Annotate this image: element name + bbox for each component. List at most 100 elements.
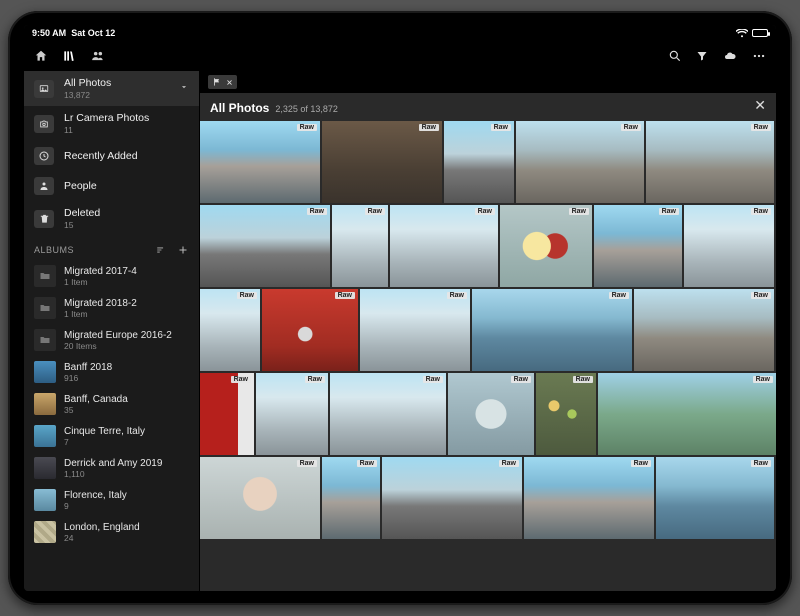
raw-badge: Raw <box>297 460 317 467</box>
more-icon[interactable] <box>752 49 766 63</box>
album-count: 1 Item <box>64 309 189 319</box>
library-item-recently-added[interactable]: Recently Added <box>24 141 199 171</box>
photo-thumbnail[interactable]: Raw <box>200 457 320 539</box>
album-count: 7 <box>64 437 189 447</box>
photo-thumbnail[interactable]: Raw <box>536 373 596 455</box>
folder-icon <box>34 265 56 287</box>
photo-thumbnail[interactable]: Raw <box>448 373 534 455</box>
raw-badge: Raw <box>335 292 355 299</box>
photo-thumbnail[interactable]: Raw <box>200 205 330 287</box>
raw-badge: Raw <box>231 376 251 383</box>
raw-badge: Raw <box>609 292 629 299</box>
photo-thumbnail[interactable]: Raw <box>516 121 644 203</box>
album-item[interactable]: Banff, Canada35 <box>24 388 199 420</box>
raw-badge: Raw <box>447 292 467 299</box>
folder-icon <box>34 297 56 319</box>
person-icon <box>34 177 54 195</box>
photo-thumbnail[interactable]: Raw <box>360 289 470 371</box>
photo-thumbnail[interactable]: Raw <box>382 457 522 539</box>
main-panel: ✕ All Photos 2,325 of 13,872 RawRawRawRa… <box>200 71 776 591</box>
raw-badge: Raw <box>237 292 257 299</box>
raw-badge: Raw <box>475 208 495 215</box>
people-nav-icon[interactable] <box>90 49 106 63</box>
album-count: 1,110 <box>64 469 189 479</box>
raw-badge: Raw <box>573 376 593 383</box>
photo-thumbnail[interactable]: Raw <box>594 205 682 287</box>
wifi-icon <box>736 29 748 38</box>
library-item-deleted[interactable]: Deleted15 <box>24 201 199 236</box>
albums-header: ALBUMS <box>34 245 74 255</box>
library-item-name: Recently Added <box>64 150 189 162</box>
photo-thumbnail[interactable]: Raw <box>200 121 320 203</box>
album-name: Banff, Canada <box>64 394 189 405</box>
grid-subtitle: 2,325 of 13,872 <box>275 104 338 114</box>
filter-chip-flag[interactable] <box>208 75 237 89</box>
album-item[interactable]: London, England24 <box>24 516 199 548</box>
album-name: Derrick and Amy 2019 <box>64 458 189 469</box>
photo-thumbnail[interactable]: Raw <box>646 121 774 203</box>
status-time: 9:50 AM <box>32 28 66 38</box>
raw-badge: Raw <box>511 376 531 383</box>
library-item-lr-camera-photos[interactable]: Lr Camera Photos11 <box>24 106 199 141</box>
library-item-count: 15 <box>64 220 189 230</box>
photo-thumbnail[interactable]: Raw <box>330 373 446 455</box>
photo-thumbnail[interactable]: Raw <box>322 121 442 203</box>
album-count: 9 <box>64 501 189 511</box>
clock-icon <box>34 147 54 165</box>
album-item[interactable]: Migrated Europe 2016-220 Items <box>24 324 199 356</box>
library-icon[interactable] <box>62 49 76 63</box>
raw-badge: Raw <box>621 124 641 131</box>
cloud-icon[interactable] <box>722 50 738 62</box>
album-count: 24 <box>64 533 189 543</box>
photo-thumbnail[interactable]: Raw <box>262 289 358 371</box>
library-item-name: Lr Camera Photos <box>64 112 189 124</box>
album-count: 1 Item <box>64 277 189 287</box>
photo-thumbnail[interactable]: Raw <box>200 289 260 371</box>
photo-thumbnail[interactable]: Raw <box>634 289 774 371</box>
library-item-name: Deleted <box>64 207 189 219</box>
raw-badge: Raw <box>365 208 385 215</box>
photo-thumbnail[interactable]: Raw <box>656 457 774 539</box>
filter-icon[interactable] <box>696 49 708 63</box>
image-icon <box>34 80 54 98</box>
raw-badge: Raw <box>569 208 589 215</box>
album-name: London, England <box>64 522 189 533</box>
album-count: 20 Items <box>64 341 189 351</box>
photo-thumbnail[interactable]: Raw <box>322 457 380 539</box>
photo-thumbnail[interactable]: Raw <box>444 121 514 203</box>
sort-icon[interactable] <box>155 244 167 256</box>
album-item[interactable]: Florence, Italy9 <box>24 484 199 516</box>
photo-thumbnail[interactable]: Raw <box>524 457 654 539</box>
raw-badge: Raw <box>499 460 519 467</box>
library-item-all-photos[interactable]: All Photos13,872 <box>24 71 199 106</box>
photo-thumbnail[interactable]: Raw <box>390 205 498 287</box>
album-item[interactable]: Migrated 2017-41 Item <box>24 260 199 292</box>
album-item[interactable]: Cinque Terre, Italy7 <box>24 420 199 452</box>
home-icon[interactable] <box>34 49 48 63</box>
photo-thumbnail[interactable]: Raw <box>256 373 328 455</box>
raw-badge: Raw <box>297 124 317 131</box>
status-time-date: 9:50 AM Sat Oct 12 <box>32 28 115 38</box>
photo-thumbnail[interactable]: Raw <box>472 289 632 371</box>
app-toolbar <box>24 41 776 71</box>
photo-thumbnail[interactable]: Raw <box>684 205 774 287</box>
close-panel-icon[interactable]: ✕ <box>754 97 766 114</box>
raw-badge: Raw <box>751 124 771 131</box>
library-item-people[interactable]: People <box>24 171 199 201</box>
photo-thumbnail[interactable]: Raw <box>500 205 592 287</box>
album-item[interactable]: Derrick and Amy 20191,110 <box>24 452 199 484</box>
raw-badge: Raw <box>419 124 439 131</box>
photo-thumbnail[interactable]: Raw <box>332 205 388 287</box>
album-item[interactable]: Banff 2018916 <box>24 356 199 388</box>
album-name: Migrated Europe 2016-2 <box>64 330 189 341</box>
album-thumbnail <box>34 521 56 543</box>
search-icon[interactable] <box>668 49 682 63</box>
album-item[interactable]: Migrated 2018-21 Item <box>24 292 199 324</box>
photo-grid[interactable]: RawRawRawRawRawRawRawRawRawRawRawRawRawR… <box>200 121 776 591</box>
raw-badge: Raw <box>423 376 443 383</box>
album-name: Florence, Italy <box>64 490 189 501</box>
add-album-icon[interactable] <box>177 244 189 256</box>
photo-thumbnail[interactable]: Raw <box>200 373 254 455</box>
raw-badge: Raw <box>491 124 511 131</box>
photo-thumbnail[interactable]: Raw <box>598 373 776 455</box>
